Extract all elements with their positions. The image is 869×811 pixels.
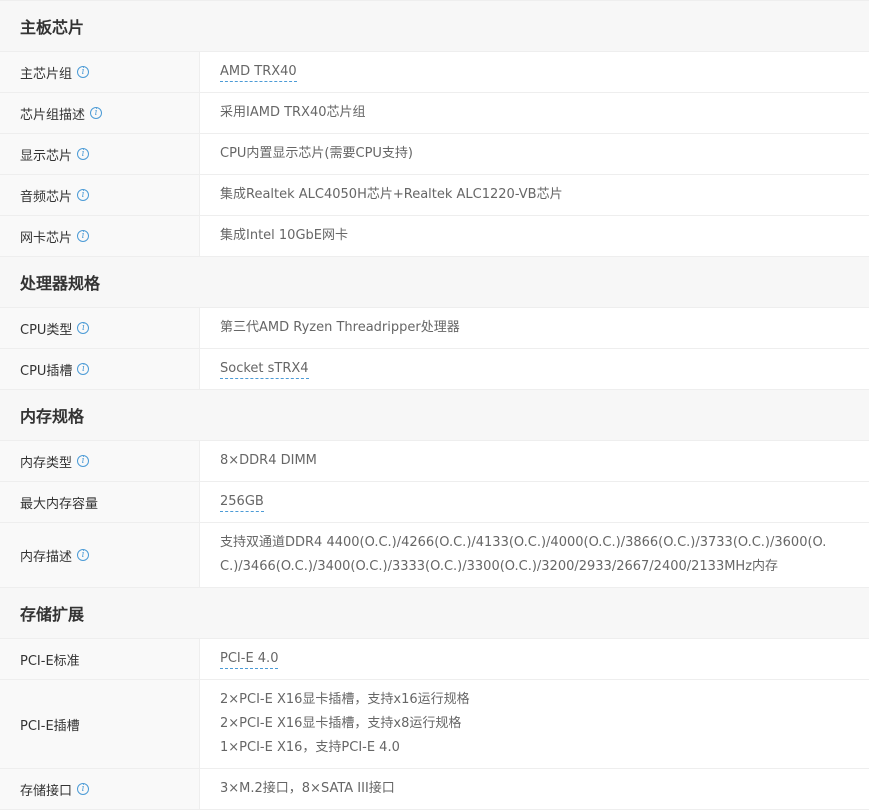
- spec-table: 主板芯片 主芯片组 i AMD TRX40 芯片组描述 i 采用IAMD TRX…: [0, 0, 869, 810]
- spec-value: 集成Intel 10GbE网卡: [220, 228, 348, 243]
- spec-label-cell: 芯片组描述 i: [0, 93, 200, 133]
- spec-value-cell: 集成Realtek ALC4050H芯片+Realtek ALC1220-VB芯…: [200, 175, 869, 215]
- spec-value: 采用IAMD TRX40芯片组: [220, 105, 366, 120]
- spec-value-line: 2×PCI-E X16显卡插槽，支持x8运行规格: [220, 716, 462, 731]
- section-header-chipset: 主板芯片: [0, 1, 869, 52]
- spec-value-cell: 8×DDR4 DIMM: [200, 441, 869, 481]
- spec-label-cell: CPU插槽 i: [0, 349, 200, 389]
- spec-value-cell: 2×PCI-E X16显卡插槽，支持x16运行规格 2×PCI-E X16显卡插…: [200, 680, 869, 768]
- spec-row-memory-desc: 内存描述 i 支持双通道DDR4 4400(O.C.)/4266(O.C.)/4…: [0, 523, 869, 588]
- spec-row-main-chipset: 主芯片组 i AMD TRX40: [0, 52, 869, 93]
- info-icon[interactable]: i: [77, 783, 90, 795]
- spec-value: 3×M.2接口，8×SATA III接口: [220, 781, 395, 796]
- info-icon[interactable]: i: [77, 189, 90, 201]
- spec-value: 8×DDR4 DIMM: [220, 453, 317, 468]
- spec-label-cell: 最大内存容量: [0, 482, 200, 522]
- spec-value-cell: 3×M.2接口，8×SATA III接口: [200, 769, 869, 809]
- info-icon[interactable]: i: [77, 230, 90, 242]
- spec-value-link[interactable]: Socket sTRX4: [220, 360, 309, 379]
- spec-label-cell: 存储接口 i: [0, 769, 200, 809]
- info-icon[interactable]: i: [77, 363, 90, 375]
- spec-label-cell: CPU类型 i: [0, 308, 200, 348]
- spec-label-cell: PCI-E插槽: [0, 680, 200, 768]
- spec-row-pcie-slots: PCI-E插槽 2×PCI-E X16显卡插槽，支持x16运行规格 2×PCI-…: [0, 680, 869, 769]
- spec-label-cell: 内存类型 i: [0, 441, 200, 481]
- section-header-storage: 存储扩展: [0, 588, 869, 639]
- spec-value-cell: Socket sTRX4: [200, 349, 869, 389]
- spec-label: 存储接口: [20, 783, 73, 799]
- section-title: 内存规格: [20, 407, 85, 426]
- info-icon[interactable]: i: [77, 549, 90, 561]
- spec-label: PCI-E插槽: [20, 718, 80, 734]
- spec-row-audio-chip: 音频芯片 i 集成Realtek ALC4050H芯片+Realtek ALC1…: [0, 175, 869, 216]
- spec-value-cell: 第三代AMD Ryzen Threadripper处理器: [200, 308, 869, 348]
- spec-row-nic-chip: 网卡芯片 i 集成Intel 10GbE网卡: [0, 216, 869, 257]
- spec-row-cpu-socket: CPU插槽 i Socket sTRX4: [0, 349, 869, 390]
- section-title: 处理器规格: [20, 274, 101, 293]
- spec-label: 显示芯片: [20, 148, 73, 164]
- spec-value-line: 1×PCI-E X16，支持PCI-E 4.0: [220, 740, 400, 755]
- spec-row-memory-type: 内存类型 i 8×DDR4 DIMM: [0, 441, 869, 482]
- spec-label: CPU类型: [20, 322, 73, 338]
- spec-value: 集成Realtek ALC4050H芯片+Realtek ALC1220-VB芯…: [220, 187, 563, 202]
- spec-value-line: C.)/3466(O.C.)/3400(O.C.)/3333(O.C.)/330…: [220, 559, 779, 574]
- spec-value-cell: 支持双通道DDR4 4400(O.C.)/4266(O.C.)/4133(O.C…: [200, 523, 869, 587]
- spec-value-link[interactable]: PCI-E 4.0: [220, 650, 279, 669]
- section-title: 存储扩展: [20, 605, 85, 624]
- spec-value-line: 支持双通道DDR4 4400(O.C.)/4266(O.C.)/4133(O.C…: [220, 535, 827, 550]
- spec-value: CPU内置显示芯片(需要CPU支持): [220, 146, 414, 161]
- spec-value-cell: 集成Intel 10GbE网卡: [200, 216, 869, 256]
- section-header-cpu: 处理器规格: [0, 257, 869, 308]
- info-icon[interactable]: i: [77, 66, 90, 78]
- spec-label-cell: 网卡芯片 i: [0, 216, 200, 256]
- spec-row-storage-interface: 存储接口 i 3×M.2接口，8×SATA III接口: [0, 769, 869, 810]
- section-header-memory: 内存规格: [0, 390, 869, 441]
- spec-label: 主芯片组: [20, 66, 73, 82]
- spec-label-cell: PCI-E标准: [0, 639, 200, 679]
- spec-value-cell: AMD TRX40: [200, 52, 869, 92]
- spec-row-max-memory: 最大内存容量 256GB: [0, 482, 869, 523]
- spec-value-cell: 采用IAMD TRX40芯片组: [200, 93, 869, 133]
- info-icon[interactable]: i: [90, 107, 103, 119]
- spec-row-chipset-desc: 芯片组描述 i 采用IAMD TRX40芯片组: [0, 93, 869, 134]
- spec-label-cell: 显示芯片 i: [0, 134, 200, 174]
- spec-label-cell: 主芯片组 i: [0, 52, 200, 92]
- spec-value: 第三代AMD Ryzen Threadripper处理器: [220, 320, 460, 335]
- spec-row-pcie-standard: PCI-E标准 PCI-E 4.0: [0, 639, 869, 680]
- spec-label: 内存类型: [20, 455, 73, 471]
- spec-row-display-chip: 显示芯片 i CPU内置显示芯片(需要CPU支持): [0, 134, 869, 175]
- spec-label: CPU插槽: [20, 363, 73, 379]
- info-icon[interactable]: i: [77, 322, 90, 334]
- spec-label: 内存描述: [20, 549, 73, 565]
- spec-value-link[interactable]: AMD TRX40: [220, 63, 297, 82]
- section-title: 主板芯片: [20, 18, 85, 37]
- spec-label-cell: 音频芯片 i: [0, 175, 200, 215]
- spec-label-cell: 内存描述 i: [0, 523, 200, 587]
- spec-row-cpu-type: CPU类型 i 第三代AMD Ryzen Threadripper处理器: [0, 308, 869, 349]
- info-icon[interactable]: i: [77, 455, 90, 467]
- spec-label: 芯片组描述: [20, 107, 86, 123]
- spec-value-cell: PCI-E 4.0: [200, 639, 869, 679]
- spec-value-line: 2×PCI-E X16显卡插槽，支持x16运行规格: [220, 692, 470, 707]
- spec-value-cell: 256GB: [200, 482, 869, 522]
- info-icon[interactable]: i: [77, 148, 90, 160]
- spec-label: 网卡芯片: [20, 230, 73, 246]
- spec-value-cell: CPU内置显示芯片(需要CPU支持): [200, 134, 869, 174]
- spec-value-link[interactable]: 256GB: [220, 493, 264, 512]
- spec-label: 音频芯片: [20, 189, 73, 205]
- spec-label: PCI-E标准: [20, 653, 80, 669]
- spec-label: 最大内存容量: [20, 496, 99, 512]
